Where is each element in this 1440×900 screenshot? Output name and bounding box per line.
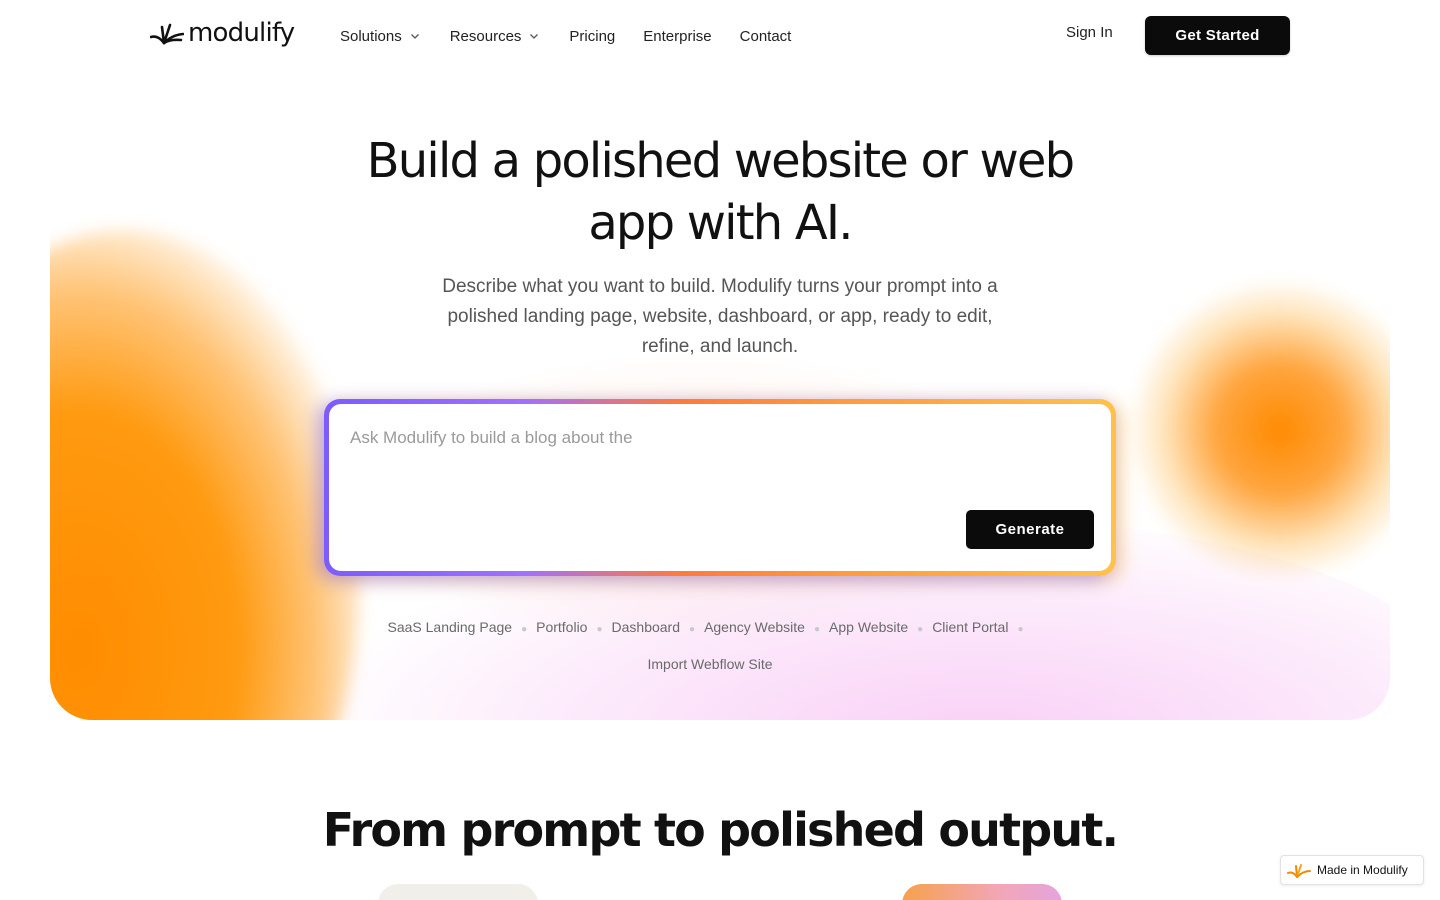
suggestion-saas-landing-page[interactable]: SaaS Landing Page (388, 619, 513, 635)
nav-pricing[interactable]: Pricing (569, 24, 615, 48)
separator-dot: ● (917, 624, 924, 635)
nav-solutions-label: Solutions (340, 27, 402, 45)
modulify-badge-icon (1287, 864, 1311, 878)
separator-dot: ● (689, 624, 696, 635)
nav-contact[interactable]: Contact (740, 24, 792, 48)
suggestion-dashboard[interactable]: Dashboard (612, 619, 681, 635)
separator-dot: ● (596, 624, 603, 635)
separator-dot: ● (813, 624, 821, 635)
nav-links: Solutions Resources Pricing Enterprise C… (340, 24, 791, 48)
hero-title-line2: app with AI. (588, 195, 853, 251)
suggestion-import-webflow-site[interactable]: Import Webflow Site (647, 656, 772, 672)
prompt-placeholder: Ask Modulify to build a blog about the (350, 428, 633, 447)
feature-card-peek-gradient (902, 884, 1062, 900)
made-in-modulify-badge[interactable]: Made in Modulify (1280, 855, 1424, 885)
chevron-down-icon (530, 34, 539, 39)
brand-name: modulify (188, 18, 295, 48)
separator-dot: ● (1017, 624, 1024, 635)
suggestion-client-portal[interactable]: Client Portal (932, 619, 1008, 635)
brand-logo[interactable]: modulify (150, 18, 295, 48)
separator-dot: ● (521, 624, 528, 635)
nav-enterprise[interactable]: Enterprise (643, 24, 711, 48)
modulify-logo-icon (150, 23, 184, 45)
nav-resources-label: Resources (449, 27, 522, 45)
hero-title: Build a polished website or web app with… (320, 130, 1120, 254)
sign-in-link[interactable]: Sign In (1066, 24, 1113, 41)
suggestion-portfolio[interactable]: Portfolio (536, 619, 587, 635)
top-nav: modulify Solutions Resources Pricing Ent… (0, 0, 1440, 72)
section-title: From prompt to polished output. (322, 803, 1119, 857)
chevron-down-icon (410, 34, 419, 39)
suggestion-chips: SaaS Landing Page ● Portfolio ● Dashboard ● Ag… (380, 610, 1040, 681)
suggestion-agency-website[interactable]: Agency Website (704, 619, 805, 635)
nav-solutions[interactable]: Solutions (340, 24, 420, 48)
made-badge-label: Made in Modulify (1317, 863, 1408, 877)
orange-gradient-blob-left (50, 230, 360, 720)
feature-card-peek (378, 884, 538, 900)
get-started-button[interactable]: Get Started (1145, 16, 1290, 55)
nav-resources[interactable]: Resources (450, 24, 540, 48)
hero-title-line1: Build a polished website or web (366, 133, 1075, 189)
hero-subtitle: Describe what you want to build. Modulif… (442, 276, 998, 357)
generate-button[interactable]: Generate (966, 510, 1094, 549)
suggestion-app-website[interactable]: App Website (829, 619, 908, 635)
